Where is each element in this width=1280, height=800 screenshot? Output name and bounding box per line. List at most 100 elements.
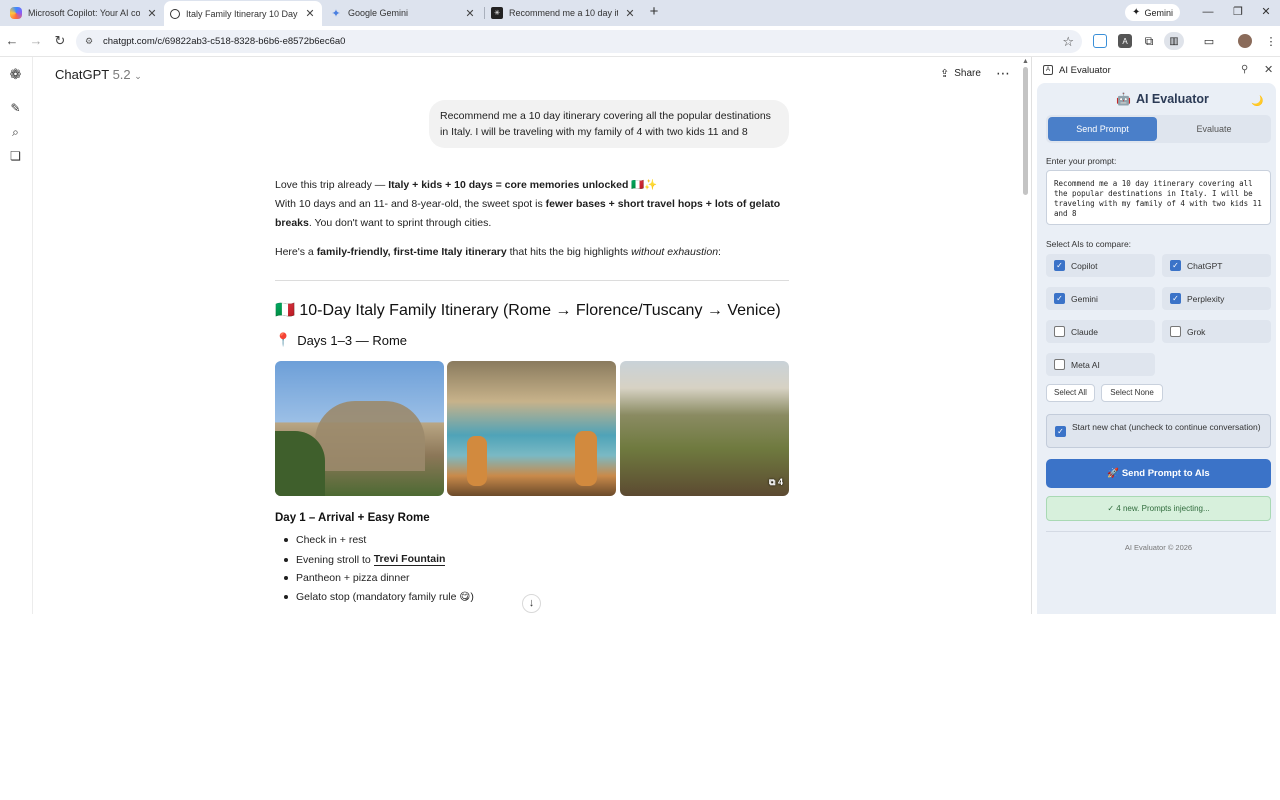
perplexity-icon: ✳	[491, 7, 503, 19]
browser-toolbar: ← → ↻ ⚙ chatgpt.com/c/69822ab3-c518-8328…	[0, 26, 1280, 57]
maximize-button[interactable]: ❐	[1228, 4, 1248, 20]
reload-icon[interactable]: ↻	[51, 33, 69, 49]
checkbox-checked-icon[interactable]: ✓	[1055, 426, 1066, 437]
address-bar[interactable]: ⚙ chatgpt.com/c/69822ab3-c518-8328-b6b6-…	[76, 30, 1082, 53]
ai-option-label: Grok	[1187, 326, 1206, 337]
divider	[275, 280, 789, 281]
new-chat-option[interactable]: ✓ Start new chat (uncheck to continue co…	[1046, 414, 1271, 448]
intro2-text: Here's a	[275, 246, 317, 258]
ai-option-chatgpt[interactable]: ✓ ChatGPT	[1162, 254, 1271, 277]
intro2-colon: :	[718, 246, 721, 258]
checkbox-checked-icon[interactable]: ✓	[1170, 293, 1181, 304]
share-icon: ⇪	[940, 68, 950, 80]
more-options-icon[interactable]: ⋯	[996, 65, 1010, 82]
checkbox-unchecked-icon[interactable]	[1054, 359, 1065, 370]
extension-a-icon[interactable]: A	[1118, 34, 1132, 48]
close-tab-icon[interactable]: ✕	[624, 7, 636, 20]
intro2-italic: without exhaustion	[631, 246, 719, 258]
ai-option-grok[interactable]: Grok	[1162, 320, 1271, 343]
openai-logo-icon[interactable]: ❁	[8, 67, 23, 82]
tab-evaluate[interactable]: Evaluate	[1159, 117, 1269, 141]
list-item-text: Evening stroll to	[296, 553, 371, 566]
gemini-icon: ✦	[331, 7, 341, 20]
ai-option-label: ChatGPT	[1187, 260, 1223, 271]
checkbox-checked-icon[interactable]: ✓	[1054, 293, 1065, 304]
scroll-up-arrow-icon[interactable]: ▲	[1022, 58, 1029, 65]
tab-perplexity[interactable]: ✳ Recommend me a 10 day itinerary ✕	[485, 2, 642, 24]
trevi-fountain-link[interactable]: Trevi Fountain	[373, 553, 446, 566]
back-icon[interactable]: ←	[3, 33, 21, 49]
media-cast-icon[interactable]: ▭	[1202, 34, 1216, 48]
close-tab-icon[interactable]: ✕	[304, 7, 316, 20]
library-icon[interactable]: ❏	[8, 149, 23, 164]
ai-option-gemini[interactable]: ✓ Gemini	[1046, 287, 1155, 310]
side-panel-icon[interactable]: ▥	[1164, 32, 1184, 50]
new-chat-icon[interactable]: ✎	[8, 101, 23, 116]
tab-chatgpt[interactable]: Italy Family Itinerary 10 Days ✕	[164, 1, 322, 26]
evaluator-title: 🤖 AI Evaluator	[1116, 92, 1209, 106]
prompt-textarea[interactable]: Recommend me a 10 day itinerary covering…	[1046, 170, 1271, 225]
roman-forum-image[interactable]: ⧉ 4	[620, 361, 789, 496]
bullet	[284, 557, 288, 562]
model-selector[interactable]: ChatGPT 5.2 ⌄	[55, 67, 142, 82]
gemini-button-label: Gemini	[1144, 7, 1173, 18]
chat-scrollbar-thumb[interactable]	[1023, 67, 1028, 195]
list-item: Pantheon + pizza dinner	[284, 572, 410, 584]
list-item: Gelato stop (mandatory family rule 😋)	[284, 591, 474, 603]
ai-option-claude[interactable]: Claude	[1046, 320, 1155, 343]
prompt-label: Enter your prompt:	[1046, 156, 1117, 166]
tab-label: Recommend me a 10 day itinerary	[509, 8, 618, 18]
forward-icon[interactable]: →	[27, 33, 45, 49]
minimize-button[interactable]: —	[1198, 4, 1218, 20]
bullet	[284, 595, 288, 599]
checkbox-checked-icon[interactable]: ✓	[1054, 260, 1065, 271]
ai-option-copilot[interactable]: ✓ Copilot	[1046, 254, 1155, 277]
select-all-button[interactable]: Select All	[1046, 384, 1095, 402]
bullet	[284, 538, 288, 542]
browser-menu-icon[interactable]: ⋮	[1264, 34, 1278, 48]
checkbox-unchecked-icon[interactable]	[1054, 326, 1065, 337]
ai-option-label: Perplexity	[1187, 293, 1225, 304]
assistant-intro-paragraph: Love this trip already — Italy + kids + …	[275, 176, 795, 233]
evaluator-title-text: AI Evaluator	[1135, 92, 1209, 106]
theme-toggle-moon-icon[interactable]: 🌙	[1251, 96, 1263, 107]
search-icon[interactable]: ⌕	[8, 125, 23, 140]
ai-option-meta-ai[interactable]: Meta AI	[1046, 353, 1155, 376]
tab-send-prompt[interactable]: Send Prompt	[1048, 117, 1157, 141]
ai-option-perplexity[interactable]: ✓ Perplexity	[1162, 287, 1271, 310]
bookmark-star-icon[interactable]: ☆	[1062, 34, 1074, 50]
trevi-fountain-image[interactable]	[447, 361, 616, 496]
colosseum-image[interactable]	[275, 361, 444, 496]
list-item: Evening stroll to Trevi Fountain	[284, 553, 446, 566]
robot-icon: 🤖	[1116, 92, 1131, 106]
status-message: ✓ 4 new. Prompts injecting...	[1046, 496, 1271, 521]
site-info-icon[interactable]: ⚙	[85, 36, 93, 47]
send-prompt-button[interactable]: 🚀 Send Prompt to AIs	[1046, 459, 1271, 488]
close-window-button[interactable]: ✕	[1256, 4, 1276, 20]
close-tab-icon[interactable]: ✕	[146, 7, 158, 20]
close-tab-icon[interactable]: ✕	[464, 7, 476, 20]
select-none-button[interactable]: Select None	[1101, 384, 1163, 402]
tab-gemini[interactable]: ✦ Google Gemini ✕	[324, 2, 482, 24]
new-tab-button[interactable]: +	[646, 4, 662, 20]
url-text[interactable]: chatgpt.com/c/69822ab3-c518-8328-b6b6-e8…	[103, 36, 345, 47]
pin-icon[interactable]: ⚲	[1241, 64, 1248, 75]
panel-separator[interactable]	[1031, 57, 1032, 614]
checkbox-unchecked-icon[interactable]	[1170, 326, 1181, 337]
intro2-bold: family-friendly, first-time Italy itiner…	[316, 246, 507, 258]
share-button[interactable]: ⇪ Share	[940, 67, 981, 80]
section-heading: 📍 Days 1–3 — Rome	[275, 332, 407, 348]
ai-option-label: Gemini	[1071, 293, 1098, 304]
close-panel-icon[interactable]: ✕	[1264, 63, 1273, 76]
gemini-button[interactable]: ✦ Gemini	[1125, 4, 1180, 21]
scroll-down-button[interactable]: ↓	[522, 594, 541, 613]
extension-sync-icon[interactable]	[1093, 34, 1107, 48]
tab-copilot[interactable]: Microsoft Copilot: Your AI companion ✕	[4, 2, 164, 24]
list-item: Check in + rest	[284, 534, 366, 546]
checkbox-checked-icon[interactable]: ✓	[1170, 260, 1181, 271]
intro-emoji: 🇮🇹✨	[628, 179, 658, 191]
image-count-badge[interactable]: ⧉ 4	[769, 477, 783, 488]
extensions-puzzle-icon[interactable]: ⧉	[1142, 34, 1156, 48]
intro-text: Love this trip already —	[275, 179, 389, 191]
avatar[interactable]	[1238, 34, 1252, 48]
